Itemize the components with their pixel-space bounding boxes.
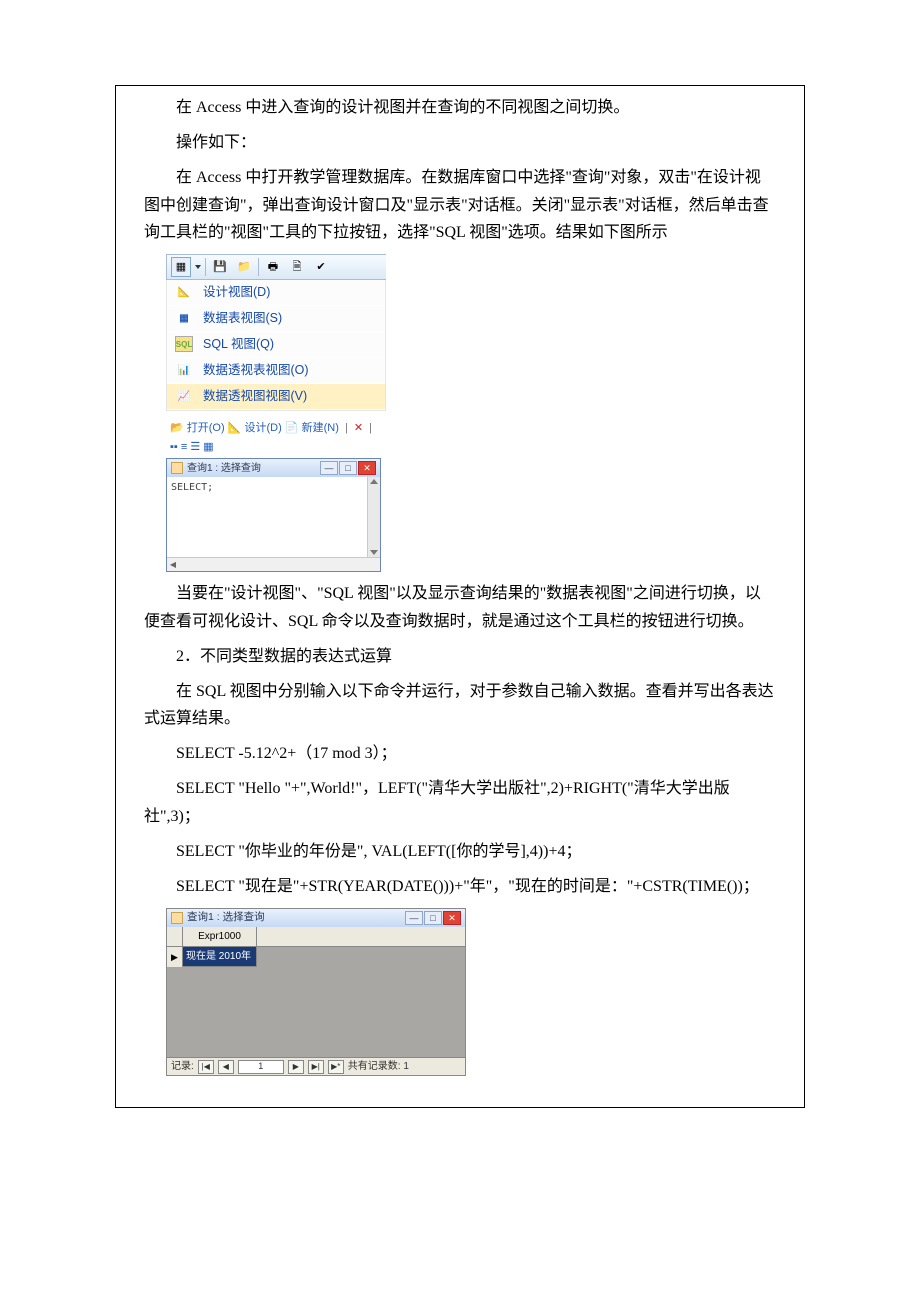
datasheet-window: 查询1 : 选择查询 — □ ✕ Expr1000 ▶ 现在是 xyxy=(166,908,466,1076)
close-button[interactable]: ✕ xyxy=(443,911,461,925)
menu-pivottable-view[interactable]: 📊 数据透视表视图(O) xyxy=(167,358,385,384)
sql-stmt-4: SELECT "现在是"+STR(YEAR(DATE()))+"年"，"现在的时… xyxy=(144,873,776,900)
nav-total-label: 共有记录数: 1 xyxy=(348,1058,409,1075)
open-icon[interactable]: 📁 xyxy=(234,257,254,277)
page-frame: 在 Access 中进入查询的设计视图并在查询的不同视图之间切换。 操作如下： … xyxy=(115,85,805,1108)
sql-view-icon: SQL xyxy=(175,336,193,352)
window-buttons: — □ ✕ xyxy=(320,461,376,475)
para-1: 在 Access 中进入查询的设计视图并在查询的不同视图之间切换。 xyxy=(144,94,776,121)
save-icon[interactable]: 💾 xyxy=(210,257,230,277)
toolbar-sep: | xyxy=(345,422,348,434)
datasheet-window-icon xyxy=(171,912,183,924)
datasheet-grid: Expr1000 ▶ 现在是 2010年 xyxy=(167,927,465,1057)
para-4: 当要在"设计视图"、"SQL 视图"以及显示查询结果的"数据表视图"之间进行切换… xyxy=(144,580,776,634)
view-menu-dropdown: 📐 设计视图(D) ▦ 数据表视图(S) SQL SQL 视图(Q) 📊 数据透… xyxy=(166,280,386,411)
view-dropdown-button[interactable]: ▦ xyxy=(171,257,191,277)
row-selector-header xyxy=(167,927,183,946)
nav-last-button[interactable]: ▶| xyxy=(308,1060,324,1074)
db-window-shot: 📂 打开(O) 📐 设计(D) 📄 新建(N) | ✕ | ▪▪ ≡ ☰ ▦ xyxy=(166,417,381,572)
toolbar-separator xyxy=(258,258,259,276)
sql-stmt-2: SELECT "Hello "+",World!"，LEFT("清华大学出版社"… xyxy=(144,775,776,829)
figure-query-window: 📂 打开(O) 📐 设计(D) 📄 新建(N) | ✕ | ▪▪ ≡ ☰ ▦ xyxy=(166,417,804,572)
figure-view-menu: ▦ 💾 📁 🖶 🗎 ✔ 📐 设计视图(D) ▦ xyxy=(166,254,804,411)
access-toolbar: ▦ 💾 📁 🖶 🗎 ✔ xyxy=(166,254,386,280)
query-editor-window: 查询1 : 选择查询 — □ ✕ SELECT; ◀ xyxy=(166,458,381,572)
grid-header-row: Expr1000 xyxy=(167,927,465,947)
maximize-button[interactable]: □ xyxy=(339,461,357,475)
query-window-title: 查询1 : 选择查询 xyxy=(187,460,261,477)
nav-label: 记录: xyxy=(171,1058,194,1075)
nav-prev-button[interactable]: ◀ xyxy=(218,1060,234,1074)
menu-sql-view[interactable]: SQL SQL 视图(Q) xyxy=(167,332,385,358)
tb-open[interactable]: 打开(O) xyxy=(187,422,225,434)
list-icon[interactable]: ≡ xyxy=(181,441,187,453)
para-2: 操作如下： xyxy=(144,129,776,156)
close-button[interactable]: ✕ xyxy=(358,461,376,475)
query-titlebar: 查询1 : 选择查询 — □ ✕ xyxy=(167,459,380,477)
pivotchart-icon: 📈 xyxy=(175,388,193,404)
db-object-toolbar: 📂 打开(O) 📐 设计(D) 📄 新建(N) | ✕ | ▪▪ ≡ ☰ ▦ xyxy=(166,417,381,458)
sql-editor-body[interactable]: SELECT; xyxy=(167,477,380,557)
tb-design[interactable]: 设计(D) xyxy=(244,422,281,434)
maximize-button[interactable]: □ xyxy=(424,911,442,925)
para-3: 在 Access 中打开教学管理数据库。在数据库窗口中选择"查询"对象，双击"在… xyxy=(144,164,776,246)
nav-new-button[interactable]: ▶* xyxy=(328,1060,344,1074)
menu-design-label: 设计视图(D) xyxy=(203,282,270,303)
column-header-expr1000[interactable]: Expr1000 xyxy=(183,927,257,946)
new-icon-small: 📄 xyxy=(285,422,299,434)
query-window-icon xyxy=(171,462,183,474)
dropdown-caret-icon[interactable] xyxy=(195,265,201,269)
menu-datasheet-view[interactable]: ▦ 数据表视图(S) xyxy=(167,306,385,332)
open-icon-small: 📂 xyxy=(170,422,184,434)
figure-datasheet-result: 查询1 : 选择查询 — □ ✕ Expr1000 ▶ 现在是 xyxy=(166,908,804,1076)
delete-icon[interactable]: ✕ xyxy=(354,422,363,434)
menu-pivottable-label: 数据透视表视图(O) xyxy=(203,360,309,381)
design-icon-small: 📐 xyxy=(228,422,242,434)
access-toolbar-shot: ▦ 💾 📁 🖶 🗎 ✔ 📐 设计视图(D) ▦ xyxy=(166,254,386,411)
row-marker[interactable]: ▶ xyxy=(167,947,183,967)
grid-data-row[interactable]: ▶ 现在是 2010年 xyxy=(167,947,465,967)
sql-stmt-3: SELECT "你毕业的年份是", VAL(LEFT([你的学号],4))+4； xyxy=(144,838,776,865)
toolbar-separator xyxy=(205,258,206,276)
details-icon[interactable]: ☰ xyxy=(190,441,200,453)
menu-datasheet-label: 数据表视图(S) xyxy=(203,308,282,329)
menu-pivotchart-view[interactable]: 📈 数据透视图视图(V) xyxy=(167,384,385,410)
menu-pivotchart-label: 数据透视图视图(V) xyxy=(203,386,307,407)
datasheet-title: 查询1 : 选择查询 xyxy=(187,909,265,927)
pivottable-icon: 📊 xyxy=(175,362,193,378)
vertical-scrollbar[interactable] xyxy=(367,477,380,557)
design-view-icon: 📐 xyxy=(175,284,193,300)
nav-next-button[interactable]: ▶ xyxy=(288,1060,304,1074)
large-icons-icon[interactable]: ▦ xyxy=(203,441,213,453)
record-navigator: 记录: |◀ ◀ 1 ▶ ▶| ▶* 共有记录数: 1 xyxy=(167,1057,465,1075)
tb-new[interactable]: 新建(N) xyxy=(302,422,339,434)
grid-empty-area xyxy=(167,967,465,1057)
sql-text: SELECT; xyxy=(171,482,213,493)
sql-stmt-1: SELECT -5.12^2+（17 mod 3）； xyxy=(144,740,776,767)
cell-expr1000[interactable]: 现在是 2010年 xyxy=(183,947,257,967)
para-5: 2．不同类型数据的表达式运算 xyxy=(144,643,776,670)
nav-record-number[interactable]: 1 xyxy=(238,1060,284,1074)
window-buttons: — □ ✕ xyxy=(405,911,461,925)
horizontal-scrollbar[interactable]: ◀ xyxy=(167,557,380,571)
small-icons-icon[interactable]: ▪▪ xyxy=(170,441,178,453)
scroll-left-icon[interactable]: ◀ xyxy=(167,559,179,571)
toolbar-sep: | xyxy=(369,422,372,434)
preview-icon[interactable]: 🗎 xyxy=(287,257,307,277)
menu-sql-label: SQL 视图(Q) xyxy=(203,334,274,355)
minimize-button[interactable]: — xyxy=(320,461,338,475)
content-area: 在 Access 中进入查询的设计视图并在查询的不同视图之间切换。 操作如下： … xyxy=(116,94,804,1107)
spellcheck-icon[interactable]: ✔ xyxy=(311,257,331,277)
print-icon[interactable]: 🖶 xyxy=(263,257,283,277)
nav-first-button[interactable]: |◀ xyxy=(198,1060,214,1074)
datasheet-titlebar: 查询1 : 选择查询 — □ ✕ xyxy=(167,909,465,927)
minimize-button[interactable]: — xyxy=(405,911,423,925)
datasheet-view-icon: ▦ xyxy=(175,310,193,326)
menu-design-view[interactable]: 📐 设计视图(D) xyxy=(167,280,385,306)
para-6: 在 SQL 视图中分别输入以下命令并运行，对于参数自己输入数据。查看并写出各表达… xyxy=(144,678,776,732)
